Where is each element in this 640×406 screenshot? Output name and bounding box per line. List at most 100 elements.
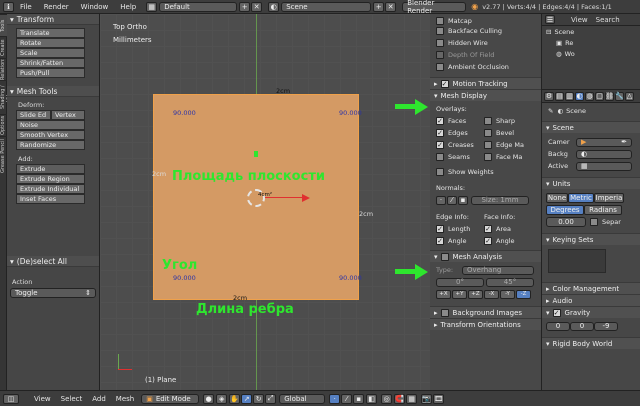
gravity-x-field[interactable]: 0 xyxy=(546,321,570,331)
range-max-field[interactable]: 45° xyxy=(486,277,534,287)
object-tab-icon[interactable]: ▢ xyxy=(595,91,604,101)
axis-neg-x-button[interactable]: -X xyxy=(484,289,499,299)
normals-size-field[interactable]: Size: 1mm xyxy=(471,195,529,205)
layout-grid-icon[interactable]: ▦ xyxy=(146,1,158,12)
face-area-toggle[interactable]: ✓ Area xyxy=(484,225,511,233)
manipulator-toggle-icon[interactable]: ✋ xyxy=(229,393,241,404)
proportional-editing-icon[interactable]: ◎ xyxy=(381,393,393,404)
backface-culling-toggle[interactable]: Backface Culling xyxy=(430,25,541,37)
properties-editor-icon[interactable]: ⚙ xyxy=(544,91,554,101)
checkbox-icon[interactable] xyxy=(440,308,449,317)
hidden-wire-toggle[interactable]: Hidden Wire xyxy=(430,37,541,49)
analysis-type-dropdown[interactable]: Overhang xyxy=(462,265,534,275)
faces-toggle[interactable]: ✓ Faces xyxy=(436,117,484,125)
seams-toggle[interactable]: Seams xyxy=(436,153,484,161)
render-preview-icon[interactable]: 📷 xyxy=(421,393,433,404)
edges-toggle[interactable]: ✓ Edges xyxy=(436,129,484,137)
face-normal-icon[interactable]: ▪ xyxy=(458,195,468,205)
gravity-header[interactable]: ▾ ✓ Gravity xyxy=(542,306,640,318)
translate-manipulator-icon[interactable]: ↗ xyxy=(241,393,253,404)
axis-pos-x-button[interactable]: +X xyxy=(436,289,451,299)
menu-add[interactable]: Add xyxy=(87,395,111,403)
menu-file[interactable]: File xyxy=(14,3,38,11)
unit-scale-field[interactable]: 0.00 xyxy=(546,217,586,227)
degrees-button[interactable]: Degrees xyxy=(546,205,584,215)
gravity-y-field[interactable]: 0 xyxy=(570,321,594,331)
menu-window[interactable]: Window xyxy=(75,3,115,11)
menu-render[interactable]: Render xyxy=(38,3,75,11)
outliner-item-scene[interactable]: ⊟ Scene xyxy=(542,26,640,37)
add-screen-button[interactable]: + xyxy=(239,1,251,12)
tab-tools[interactable]: Tools xyxy=(0,14,7,36)
audio-header[interactable]: ▸ Audio xyxy=(542,294,640,306)
axis-neg-y-button[interactable]: -Y xyxy=(500,289,515,299)
rigid-body-world-header[interactable]: ▾ Rigid Body World xyxy=(542,337,640,349)
range-min-field[interactable]: 0° xyxy=(436,277,484,287)
last-operator-panel-header[interactable]: ▾ (De)select All xyxy=(7,256,99,267)
tab-grease-pencil[interactable]: Grease Pencil xyxy=(0,136,7,176)
edge-select-icon[interactable]: ⁄ xyxy=(341,393,353,404)
snap-element-icon[interactable]: ▦ xyxy=(406,393,418,404)
opengl-render-icon[interactable]: 🎞 xyxy=(433,393,445,404)
3d-viewport[interactable]: Top Ortho Millimeters 2cm 2cm 2cm 2cm 90… xyxy=(100,14,430,390)
modifiers-tab-icon[interactable]: 🔧 xyxy=(615,91,624,101)
extrude-individual-button[interactable]: Extrude Individual xyxy=(16,184,85,194)
unit-none-button[interactable]: None xyxy=(546,193,568,203)
camera-field[interactable]: ▶ ✒ xyxy=(576,137,632,147)
remove-screen-button[interactable]: ✕ xyxy=(251,1,263,12)
tab-create[interactable]: Create xyxy=(0,36,7,58)
rotate-manipulator-icon[interactable]: ↻ xyxy=(253,393,265,404)
rotate-button[interactable]: Rotate xyxy=(16,38,85,48)
scene-icon[interactable]: ◐ xyxy=(268,1,280,12)
action-dropdown[interactable]: Toggle ⇕ xyxy=(10,288,96,298)
limit-selection-icon[interactable]: ◧ xyxy=(366,393,378,404)
menu-mesh[interactable]: Mesh xyxy=(111,395,139,403)
unit-metric-button[interactable]: Metric xyxy=(568,193,594,203)
axis-pos-y-button[interactable]: +Y xyxy=(452,289,467,299)
checkbox-icon[interactable] xyxy=(440,252,449,261)
scene-dropdown[interactable]: Scene xyxy=(281,1,372,12)
translate-button[interactable]: Translate xyxy=(16,28,85,38)
editor-type-icon[interactable]: ◫ xyxy=(3,393,19,404)
axis-pos-z-button[interactable]: +Z xyxy=(468,289,483,299)
checkbox-icon[interactable]: ✓ xyxy=(440,79,449,88)
manipulator-z-dot[interactable] xyxy=(254,151,258,157)
snap-toggle-icon[interactable]: 🧲 xyxy=(394,393,406,404)
depth-of-field-toggle[interactable]: Depth Of Field xyxy=(430,49,541,61)
unit-imperial-button[interactable]: Imperia xyxy=(594,193,624,203)
mode-dropdown[interactable]: ▣ Edit Mode xyxy=(141,393,200,404)
face-angle-toggle[interactable]: ✓ Angle xyxy=(484,237,515,245)
face-marks-toggle[interactable]: Face Ma xyxy=(484,153,522,161)
mesh-analysis-header[interactable]: ▾ Mesh Analysis xyxy=(430,250,541,262)
background-scene-field[interactable]: ◐ xyxy=(576,149,632,159)
scene-panel-header[interactable]: ▾ Scene xyxy=(542,121,640,133)
outliner-search-menu[interactable]: Search xyxy=(596,16,620,24)
outliner-editor-icon[interactable]: ☰ xyxy=(545,15,555,24)
pin-icon[interactable]: ✎ xyxy=(548,107,553,115)
tab-shading-uvs[interactable]: Shading / UVs xyxy=(0,80,7,114)
radians-button[interactable]: Radians xyxy=(584,205,622,215)
outliner-view-menu[interactable]: View xyxy=(571,16,588,24)
extrude-button[interactable]: Extrude xyxy=(16,164,85,174)
layers-tab-icon[interactable]: ▥ xyxy=(565,91,574,101)
inset-faces-button[interactable]: Inset Faces xyxy=(16,194,85,204)
motion-tracking-header[interactable]: ▸ ✓ Motion Tracking xyxy=(430,77,541,89)
background-images-header[interactable]: ▸ Background Images xyxy=(430,306,541,318)
remove-scene-button[interactable]: ✕ xyxy=(385,1,397,12)
slide-edge-button[interactable]: Slide Ed xyxy=(16,110,51,120)
pivot-point-icon[interactable]: ◈ xyxy=(216,393,228,404)
push-pull-button[interactable]: Push/Pull xyxy=(16,68,85,78)
edge-length-toggle[interactable]: ✓ Length xyxy=(436,225,484,233)
slide-vertex-button[interactable]: Vertex xyxy=(51,110,85,120)
ambient-occlusion-toggle[interactable]: Ambient Occlusion xyxy=(430,61,541,73)
add-scene-button[interactable]: + xyxy=(373,1,385,12)
edge-marks-toggle[interactable]: Edge Ma xyxy=(484,141,524,149)
viewport-shading-icon[interactable]: ● xyxy=(203,393,215,404)
menu-help[interactable]: Help xyxy=(114,3,142,11)
edge-angle-toggle[interactable]: ✓ Angle xyxy=(436,237,484,245)
noise-button[interactable]: Noise xyxy=(16,120,85,130)
randomize-button[interactable]: Randomize xyxy=(16,140,85,150)
transform-panel-header[interactable]: ▾ Transform xyxy=(7,14,99,25)
outliner-item-world[interactable]: ◍ Wo xyxy=(542,48,640,59)
mesh-display-header[interactable]: ▾ Mesh Display xyxy=(430,89,541,101)
